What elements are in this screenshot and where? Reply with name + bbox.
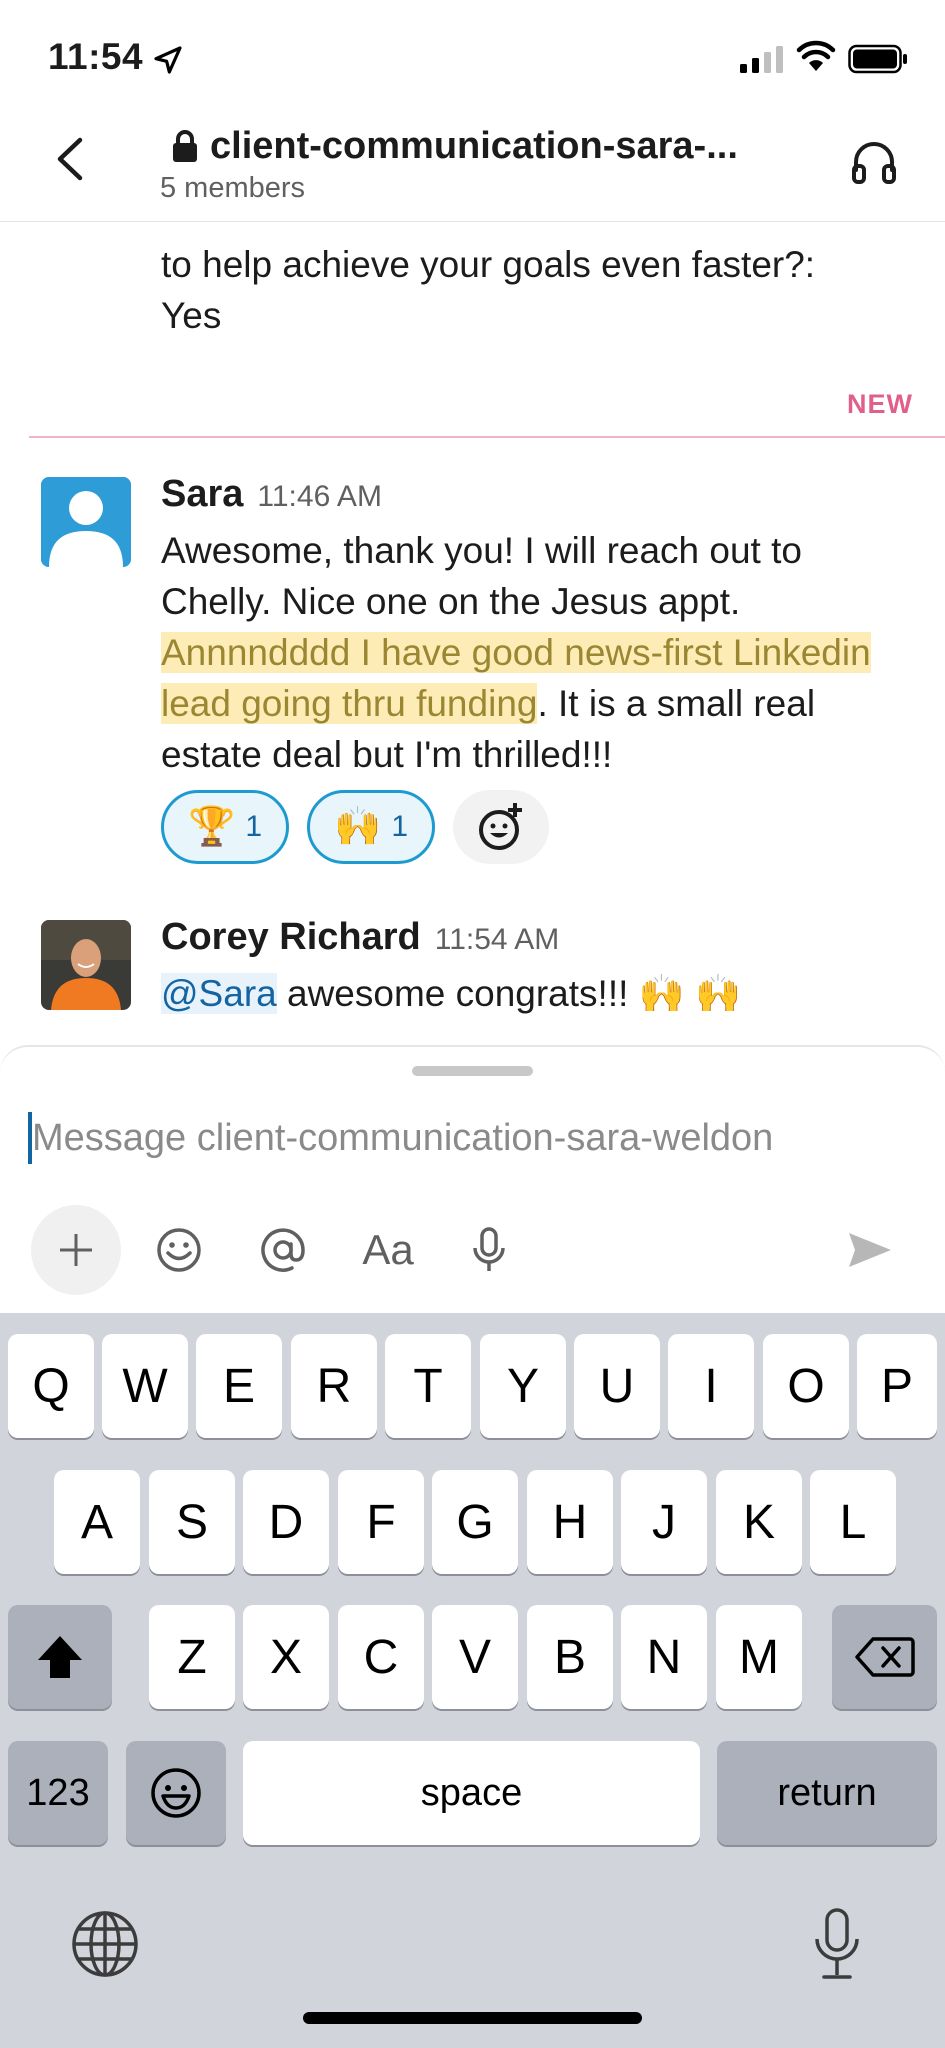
key-p[interactable]: P xyxy=(857,1334,937,1438)
key-a[interactable]: A xyxy=(54,1470,140,1574)
key-x[interactable]: X xyxy=(243,1605,329,1709)
reaction-trophy[interactable]: 🏆 1 xyxy=(161,790,289,864)
emoji-keyboard-key[interactable] xyxy=(126,1741,226,1845)
message-list[interactable]: to help achieve your goals even faster?:… xyxy=(0,223,945,1045)
sender-name[interactable]: Sara xyxy=(161,473,243,516)
key-k[interactable]: K xyxy=(716,1470,802,1574)
back-button[interactable] xyxy=(44,132,98,186)
microphone-icon xyxy=(473,1227,505,1271)
sender-name[interactable]: Corey Richard xyxy=(161,916,421,959)
new-messages-label: NEW xyxy=(847,389,913,419)
emoji-icon xyxy=(157,1228,201,1272)
user-photo-icon xyxy=(41,920,131,1010)
mention-button[interactable] xyxy=(256,1207,310,1293)
message-time: 11:54 AM xyxy=(434,923,560,956)
delete-key[interactable] xyxy=(832,1605,937,1709)
message-text-part: Awesome, thank you! I will reach out to … xyxy=(161,530,802,622)
trophy-icon: 🏆 xyxy=(187,806,236,848)
key-r[interactable]: R xyxy=(291,1334,377,1438)
previous-message-text: to help achieve your goals even faster?:… xyxy=(161,223,921,341)
message-input[interactable] xyxy=(32,1111,912,1165)
key-y[interactable]: Y xyxy=(480,1334,566,1438)
key-u[interactable]: U xyxy=(574,1334,660,1438)
key-i[interactable]: I xyxy=(668,1334,754,1438)
wifi-icon xyxy=(796,40,836,71)
channel-header: client-communication-sara-... 5 members xyxy=(0,110,945,222)
key-s[interactable]: S xyxy=(149,1470,235,1574)
message-text: Awesome, thank you! I will reach out to … xyxy=(161,525,921,780)
avatar-corey[interactable] xyxy=(41,920,131,1010)
key-j[interactable]: J xyxy=(621,1470,707,1574)
channel-title[interactable]: client-communication-sara-... xyxy=(172,118,792,174)
composer-drag-handle[interactable] xyxy=(412,1066,533,1076)
status-time: 11:54 xyxy=(48,36,144,77)
key-b[interactable]: B xyxy=(527,1605,613,1709)
add-attachment-button[interactable] xyxy=(31,1205,121,1295)
text-format-button[interactable]: Aa xyxy=(355,1207,421,1293)
dictation-microphone-icon[interactable] xyxy=(812,1907,862,1983)
reaction-count: 1 xyxy=(245,810,262,843)
new-messages-divider xyxy=(29,436,945,438)
message-composer: Aa xyxy=(0,1045,945,1313)
status-bar: 11:54 xyxy=(0,0,945,110)
key-n[interactable]: N xyxy=(621,1605,707,1709)
channel-name: client-communication-sara-... xyxy=(210,124,738,167)
message-text: @Sara awesome congrats!!! 🙌 🙌 xyxy=(161,968,921,1019)
plus-icon xyxy=(60,1234,92,1266)
key-o[interactable]: O xyxy=(763,1334,849,1438)
return-key[interactable]: return xyxy=(717,1741,937,1845)
add-reaction-button[interactable] xyxy=(453,790,549,864)
key-v[interactable]: V xyxy=(432,1605,518,1709)
message-time: 11:46 AM xyxy=(257,480,382,513)
previous-message-line: Yes xyxy=(161,295,222,336)
emoji-button[interactable] xyxy=(152,1207,206,1293)
globe-icon[interactable] xyxy=(70,1909,140,1979)
member-count[interactable]: 5 members xyxy=(160,172,305,205)
voice-clip-button[interactable] xyxy=(464,1207,514,1293)
on-screen-keyboard: Q W E R T Y U I O P A S D F G H J K L Z … xyxy=(0,1313,945,2048)
key-l[interactable]: L xyxy=(810,1470,896,1574)
default-avatar-icon xyxy=(41,477,131,567)
key-q[interactable]: Q xyxy=(8,1334,94,1438)
reaction-count: 1 xyxy=(391,810,408,843)
user-mention[interactable]: @Sara xyxy=(161,973,277,1014)
numbers-key[interactable]: 123 xyxy=(8,1741,108,1845)
send-button[interactable] xyxy=(842,1207,898,1293)
headphones-icon[interactable] xyxy=(848,136,900,188)
previous-message-line: to help achieve your goals even faster?: xyxy=(161,244,816,285)
reaction-raised-hands[interactable]: 🙌 1 xyxy=(307,790,435,864)
avatar-sara[interactable] xyxy=(41,477,131,567)
at-sign-icon xyxy=(261,1228,305,1272)
message-text-part: awesome congrats!!! 🙌 🙌 xyxy=(276,973,742,1014)
key-w[interactable]: W xyxy=(102,1334,188,1438)
raised-hands-icon: 🙌 xyxy=(333,806,382,848)
location-arrow-icon xyxy=(154,46,182,74)
key-f[interactable]: F xyxy=(338,1470,424,1574)
lock-icon xyxy=(173,130,197,162)
key-z[interactable]: Z xyxy=(149,1605,235,1709)
battery-icon xyxy=(848,44,907,74)
key-d[interactable]: D xyxy=(243,1470,329,1574)
key-h[interactable]: H xyxy=(527,1470,613,1574)
key-t[interactable]: T xyxy=(385,1334,471,1438)
cellular-signal-icon xyxy=(740,46,783,73)
home-indicator[interactable] xyxy=(303,2012,642,2024)
key-e[interactable]: E xyxy=(196,1334,282,1438)
shift-arrow-icon xyxy=(38,1636,82,1678)
emoji-icon xyxy=(151,1768,201,1818)
add-reaction-icon xyxy=(479,803,522,850)
send-icon xyxy=(849,1233,891,1267)
key-c[interactable]: C xyxy=(338,1605,424,1709)
reactions-row: 🏆 1 🙌 1 xyxy=(161,790,921,864)
shift-key[interactable] xyxy=(8,1605,112,1709)
space-key[interactable]: space xyxy=(243,1741,700,1845)
key-g[interactable]: G xyxy=(432,1470,518,1574)
key-m[interactable]: M xyxy=(716,1605,802,1709)
backspace-icon xyxy=(854,1637,915,1677)
